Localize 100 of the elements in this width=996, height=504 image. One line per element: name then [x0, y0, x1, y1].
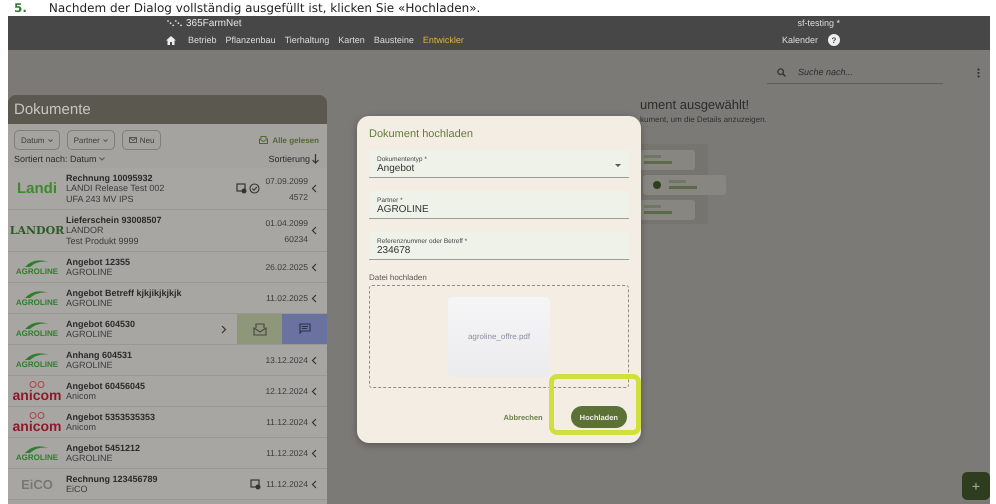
instruction-text: Nachdem der Dialog vollständig ausgefüllt ist, klicken Sie «Hochladen».: [48, 1, 480, 15]
filter-chip[interactable]: Partner: [66, 130, 115, 150]
nav-link[interactable]: Tierhaltung: [284, 35, 330, 45]
chevron-left-icon: [311, 448, 317, 458]
partner-name: EiCO: [66, 484, 89, 494]
add-button[interactable]: +: [962, 472, 990, 500]
user-name: sf-testing *: [797, 18, 840, 28]
nav-link[interactable]: Bausteine: [374, 35, 414, 45]
file-preview-card: agroline_offre.pdf: [448, 296, 550, 376]
panel-title: Dokumente: [8, 95, 327, 124]
sort-field-dropdown[interactable]: Sortiert nach: Datum: [14, 154, 105, 164]
chevron-left-icon: [311, 356, 317, 364]
scan-document-icon: [236, 183, 248, 194]
document-title: Angebot 604530: [66, 318, 136, 329]
document-date: 11.02.2025: [266, 293, 308, 303]
upload-label: Datei hochladen: [369, 273, 428, 282]
partner-name: LANDOR: [66, 225, 105, 236]
chevron-left-icon: [311, 418, 317, 426]
envelope-icon: [128, 137, 137, 143]
document-date: 01.04.2099: [265, 218, 308, 228]
home-icon[interactable]: [166, 36, 176, 44]
dropdown-arrow-icon: [615, 164, 621, 166]
leaf-icon: [24, 290, 50, 298]
document-date: 11.12.2024: [266, 479, 308, 489]
partner-name: AGROLINE: [66, 267, 114, 278]
document-detail: Test Produkt 9999: [66, 236, 140, 246]
document-amount: 4572: [289, 192, 308, 202]
empty-state-text: kument, um die Details anzuzeigen.: [640, 115, 768, 124]
partner-logo: LANDOR: [10, 225, 64, 236]
partner-name: AGROLINE: [66, 360, 114, 370]
filter-chip[interactable]: Datum: [14, 130, 60, 150]
nav-link[interactable]: Karten: [338, 35, 365, 45]
partner-logo: AGROLINE: [16, 330, 58, 338]
caret-icon: [98, 157, 105, 161]
sort-order-button[interactable]: Sortierung: [268, 154, 319, 164]
document-date: 12.12.2024: [265, 386, 308, 396]
circles-icon: [27, 380, 47, 388]
verified-check-icon: [249, 183, 260, 194]
arrow-down-icon: [312, 154, 319, 164]
document-title: Angebot Betreff kjkjikjkjkjk: [66, 288, 183, 298]
nav-link[interactable]: Pflanzenbau: [226, 35, 276, 45]
partner-logo: AGROLINE: [16, 454, 58, 462]
document-date: 11.12.2024: [266, 417, 308, 427]
comment-button[interactable]: [282, 314, 327, 344]
circles-icon: [27, 412, 47, 418]
chevron-right-icon: [221, 324, 227, 334]
open-envelope-icon: [252, 322, 266, 336]
chevron-left-icon: [311, 262, 317, 272]
partner-name: LANDI Release Test 002: [66, 183, 166, 194]
nav-link[interactable]: Betrieb: [188, 35, 217, 45]
caret-icon: [102, 138, 108, 142]
dialog-title: Dokument hochladen: [369, 128, 474, 140]
partner-name: Anicom: [66, 391, 98, 402]
help-button[interactable]: ?: [828, 34, 840, 46]
document-title: Rechnung 123456789: [66, 474, 159, 484]
step-number: 5.: [14, 1, 27, 15]
scan-document-icon: [250, 478, 262, 490]
chevron-left-icon: [311, 184, 317, 193]
document-amount: 60234: [284, 234, 308, 244]
partner-logo: anicom: [12, 388, 62, 402]
dots-logo-icon: [166, 18, 184, 28]
document-title: Anhang 604531: [66, 350, 134, 360]
document-title: Angebot 60456045: [66, 380, 146, 391]
more-menu-icon[interactable]: [977, 68, 980, 78]
app-logo: 365FarmNet: [166, 18, 242, 28]
leaf-icon: [24, 352, 50, 360]
document-title: Angebot 12355: [66, 256, 132, 267]
partner-logo: AGROLINE: [16, 268, 58, 276]
empty-state-title: ument ausgewählt!: [640, 97, 750, 112]
calendar-link[interactable]: Kalender: [782, 35, 818, 45]
file-drop-zone[interactable]: agroline_offre.pdf: [369, 285, 629, 388]
chevron-left-icon: [311, 226, 317, 235]
document-date: 11.12.2024: [266, 448, 308, 458]
open-envelope-icon: [259, 136, 268, 144]
mark-read-button[interactable]: [237, 314, 282, 344]
document-title: Angebot 5353535353: [66, 412, 156, 422]
document-date: 07.09.2099: [265, 176, 308, 186]
filter-chip[interactable]: Neu: [122, 130, 162, 150]
chevron-left-icon: [311, 386, 317, 396]
search-input[interactable]: Suche nach...: [796, 66, 916, 78]
chevron-left-icon: [311, 294, 317, 302]
chevron-left-icon: [311, 480, 317, 488]
document-title: Lieferschein 93008507: [66, 214, 163, 226]
document-title: Angebot 5451212: [66, 442, 142, 453]
partner-logo: AGROLINE: [16, 360, 58, 368]
nav-link[interactable]: Entwickler: [422, 35, 464, 45]
document-date: 26.02.2025: [265, 262, 308, 272]
leaf-icon: [24, 258, 50, 268]
document-row[interactable]: AGROLINE Angebot 604530 AGROLINE: [8, 314, 327, 345]
caret-icon: [48, 138, 53, 142]
partner-logo: Landi: [17, 181, 57, 196]
partner-name: AGROLINE: [66, 298, 114, 308]
search-icon: [777, 68, 786, 76]
search-field[interactable]: Suche nach...: [767, 62, 943, 84]
document-detail: UFA 243 MV IPS: [66, 194, 135, 204]
partner-name: Anicom: [66, 422, 98, 432]
document-date: 13.12.2024: [265, 355, 308, 365]
partner-name: AGROLINE: [66, 329, 114, 340]
partner-name: AGROLINE: [66, 453, 114, 464]
document-title: Rechnung 10095932: [66, 172, 154, 184]
